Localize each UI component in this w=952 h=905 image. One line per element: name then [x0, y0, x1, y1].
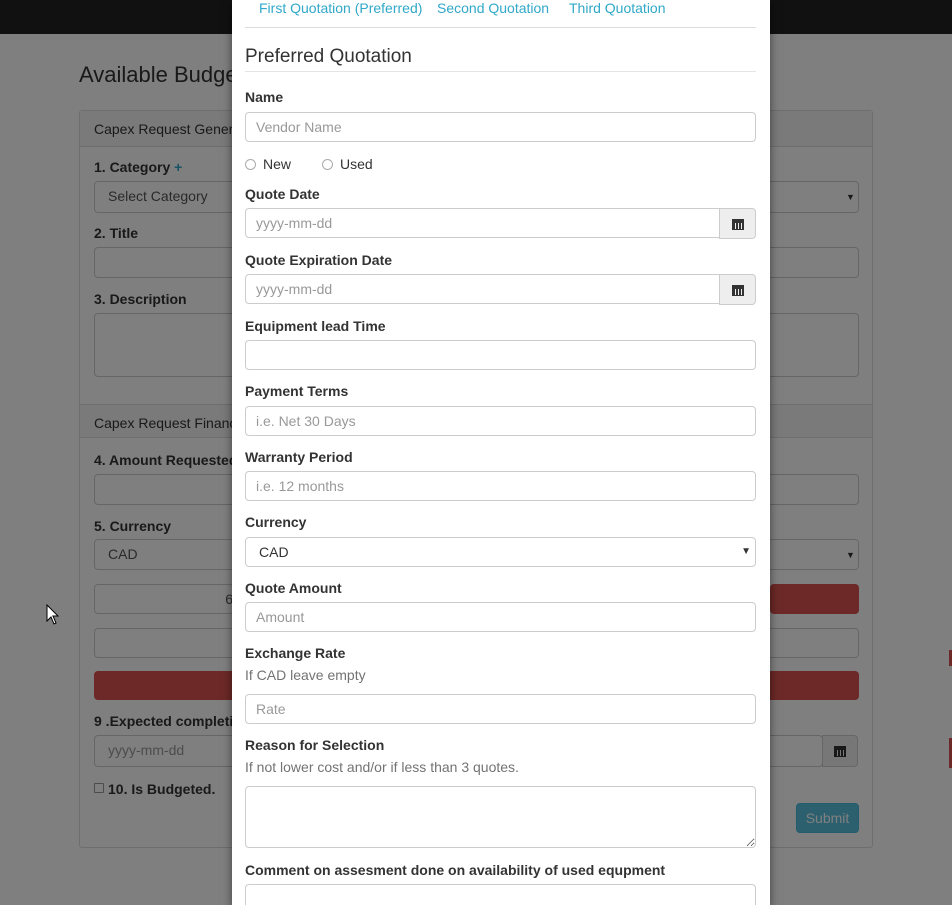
- currency-select[interactable]: CAD ▼: [245, 537, 756, 567]
- quote-expiration-input[interactable]: [245, 274, 720, 304]
- tab-second-quotation[interactable]: Second Quotation: [437, 0, 549, 16]
- reason-textarea[interactable]: [245, 786, 756, 848]
- tab-third-quotation[interactable]: Third Quotation: [569, 0, 666, 16]
- quote-amount-label: Quote Amount: [245, 580, 342, 596]
- radio-new-label: New: [263, 156, 292, 172]
- currency-select-value: CAD: [259, 544, 289, 560]
- modal-heading: Preferred Quotation: [245, 46, 412, 67]
- vendor-name-input[interactable]: [245, 112, 756, 142]
- quotation-tabs: First Quotation (Preferred) Second Quota…: [245, 0, 756, 28]
- payment-terms-label: Payment Terms: [245, 383, 349, 399]
- quote-expiration-calendar-button[interactable]: [719, 274, 756, 305]
- caret-down-icon: ▼: [741, 546, 751, 557]
- used-equipment-comment-label: Comment on assesment done on availabilit…: [245, 862, 666, 878]
- mouse-cursor-icon: [46, 604, 60, 625]
- lead-time-input[interactable]: [245, 340, 756, 370]
- radio-used-label: Used: [340, 156, 373, 172]
- lead-time-label: Equipment lead Time: [245, 318, 386, 334]
- quotation-modal: First Quotation (Preferred) Second Quota…: [232, 0, 770, 905]
- quote-date-calendar-button[interactable]: [719, 208, 756, 239]
- heading-divider: [245, 71, 756, 72]
- warranty-period-input[interactable]: [245, 471, 756, 501]
- reason-label: Reason for Selection: [245, 737, 385, 753]
- payment-terms-input[interactable]: [245, 406, 756, 436]
- exchange-rate-label: Exchange Rate: [245, 645, 346, 661]
- exchange-rate-help: If CAD leave empty: [245, 667, 366, 683]
- calendar-icon: [731, 284, 744, 296]
- currency-label: Currency: [245, 514, 307, 530]
- tab-first-quotation[interactable]: First Quotation (Preferred): [259, 0, 422, 16]
- quote-date-label: Quote Date: [245, 186, 320, 202]
- quote-amount-input[interactable]: [245, 602, 756, 632]
- radio-used[interactable]: Used: [322, 156, 373, 172]
- reason-help: If not lower cost and/or if less than 3 …: [245, 759, 519, 775]
- radio-used-circle[interactable]: [322, 158, 333, 170]
- quote-date-input[interactable]: [245, 208, 720, 238]
- name-label: Name: [245, 89, 284, 105]
- radio-new-circle[interactable]: [245, 158, 256, 170]
- warranty-period-label: Warranty Period: [245, 449, 353, 465]
- calendar-icon: [731, 218, 744, 230]
- quote-expiration-label: Quote Expiration Date: [245, 252, 393, 268]
- used-equipment-comment-textarea[interactable]: [245, 884, 756, 905]
- exchange-rate-input[interactable]: [245, 694, 756, 724]
- radio-new[interactable]: New: [245, 156, 291, 172]
